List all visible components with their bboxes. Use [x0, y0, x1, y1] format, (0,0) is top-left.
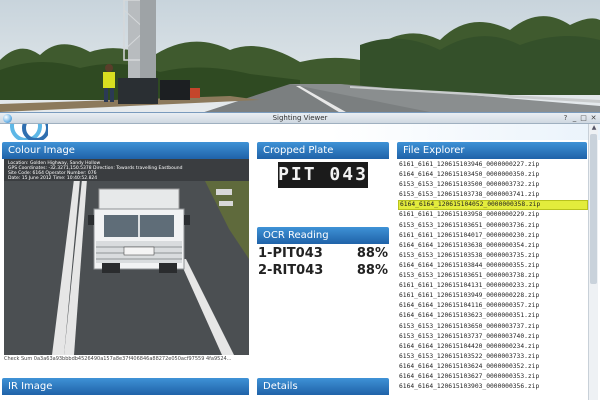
file-list-scrollbar[interactable]: ▲: [588, 124, 598, 400]
background-photo: [0, 0, 600, 120]
file-list-item[interactable]: 6153_6153_120615103738_0000003741.zip: [398, 190, 588, 200]
company-logo: [8, 124, 48, 140]
help-icon[interactable]: ?: [561, 114, 570, 123]
ocr-result-row: 1-PIT043 88%: [258, 246, 390, 262]
app-header: [0, 124, 600, 140]
colour-image[interactable]: Location: Golden Highway, Sandy Hollow G…: [4, 159, 249, 355]
ir-image-heading: IR Image: [2, 378, 249, 395]
file-list-item[interactable]: 6153_6153_120615103538_0000003735.zip: [398, 251, 588, 261]
cropped-plate-heading: Cropped Plate: [257, 142, 389, 159]
file-list-item[interactable]: 6153_6153_120615103650_0000003737.zip: [398, 322, 588, 332]
file-list-item[interactable]: 6153_6153_120615103651_0000003736.zip: [398, 221, 588, 231]
window-title: Sighting Viewer: [272, 114, 328, 122]
file-list-item[interactable]: 6161_6161_120615104131_0000000233.zip: [398, 281, 588, 291]
file-list-item[interactable]: 6164_6164_120615103623_0000000351.zip: [398, 311, 588, 321]
maximize-icon[interactable]: □: [579, 114, 588, 123]
ocr-reading-heading: OCR Reading: [257, 227, 389, 244]
close-icon[interactable]: ✕: [589, 114, 598, 123]
ocr-plate: 1-PIT043: [258, 246, 323, 261]
ocr-result-row: 2-RIT043 88%: [258, 263, 390, 279]
file-list-item[interactable]: 6164_6164_120615103627_0000000353.zip: [398, 372, 588, 382]
file-list-item[interactable]: 6161_6161_120615103958_0000000229.zip: [398, 210, 588, 220]
overlay-datetime: Date: 15 June 2012 Time: 10:40:52.824: [8, 176, 98, 181]
minimize-icon[interactable]: _: [570, 114, 579, 123]
cropped-plate-image: PIT 043: [278, 162, 368, 188]
ocr-confidence: 88%: [356, 246, 388, 261]
file-list-item[interactable]: 6161_6161_120615104017_0000000230.zip: [398, 231, 588, 241]
file-list-item[interactable]: 6161_6161_120615103946_0000000227.zip: [398, 160, 588, 170]
ocr-plate: 2-RIT043: [258, 263, 324, 278]
file-list-item[interactable]: 6164_6164_120615103638_0000000354.zip: [398, 241, 588, 251]
scroll-up-icon[interactable]: ▲: [590, 124, 598, 132]
file-list-item[interactable]: 6153_6153_120615103737_0000003740.zip: [398, 332, 588, 342]
file-list-item[interactable]: 6153_6153_120615103522_0000003733.zip: [398, 352, 588, 362]
file-explorer-heading: File Explorer: [397, 142, 587, 159]
scroll-thumb[interactable]: [590, 134, 597, 284]
file-list-item[interactable]: 6164_6164_120615103624_0000000352.zip: [398, 362, 588, 372]
file-list-item[interactable]: 6153_6153_120615103500_0000003732.zip: [398, 180, 588, 190]
checksum-text: Check Sum 0a3a63a93bbbdb4526490a157a8e37…: [4, 356, 232, 362]
file-list[interactable]: 6161_6161_120615103946_0000000227.zip 616…: [398, 160, 588, 400]
file-list-item[interactable]: 6153_6153_120615103651_0000003738.zip: [398, 271, 588, 281]
colour-image-heading: Colour Image: [2, 142, 249, 159]
window-titlebar[interactable]: Sighting Viewer ? _ □ ✕: [0, 113, 600, 124]
file-list-item[interactable]: 6164_6164_120615104052_0000000358.zip: [398, 200, 588, 211]
cropped-plate-text: PIT 043: [278, 164, 368, 185]
file-list-item[interactable]: 6164_6164_120615103450_0000000350.zip: [398, 170, 588, 180]
file-list-item[interactable]: 6161_6161_120615103949_0000000228.zip: [398, 291, 588, 301]
file-list-item[interactable]: 6164_6164_120615104420_0000000234.zip: [398, 342, 588, 352]
details-heading: Details: [257, 378, 389, 395]
file-list-item[interactable]: 6164_6164_120615103844_0000000355.zip: [398, 261, 588, 271]
file-list-item[interactable]: 6164_6164_120615103903_0000000356.zip: [398, 382, 588, 392]
file-list-item[interactable]: 6164_6164_120615104116_0000000357.zip: [398, 301, 588, 311]
ocr-confidence: 88%: [356, 263, 388, 278]
screen: Sighting Viewer ? _ □ ✕ Colour Image Loc…: [0, 0, 600, 400]
